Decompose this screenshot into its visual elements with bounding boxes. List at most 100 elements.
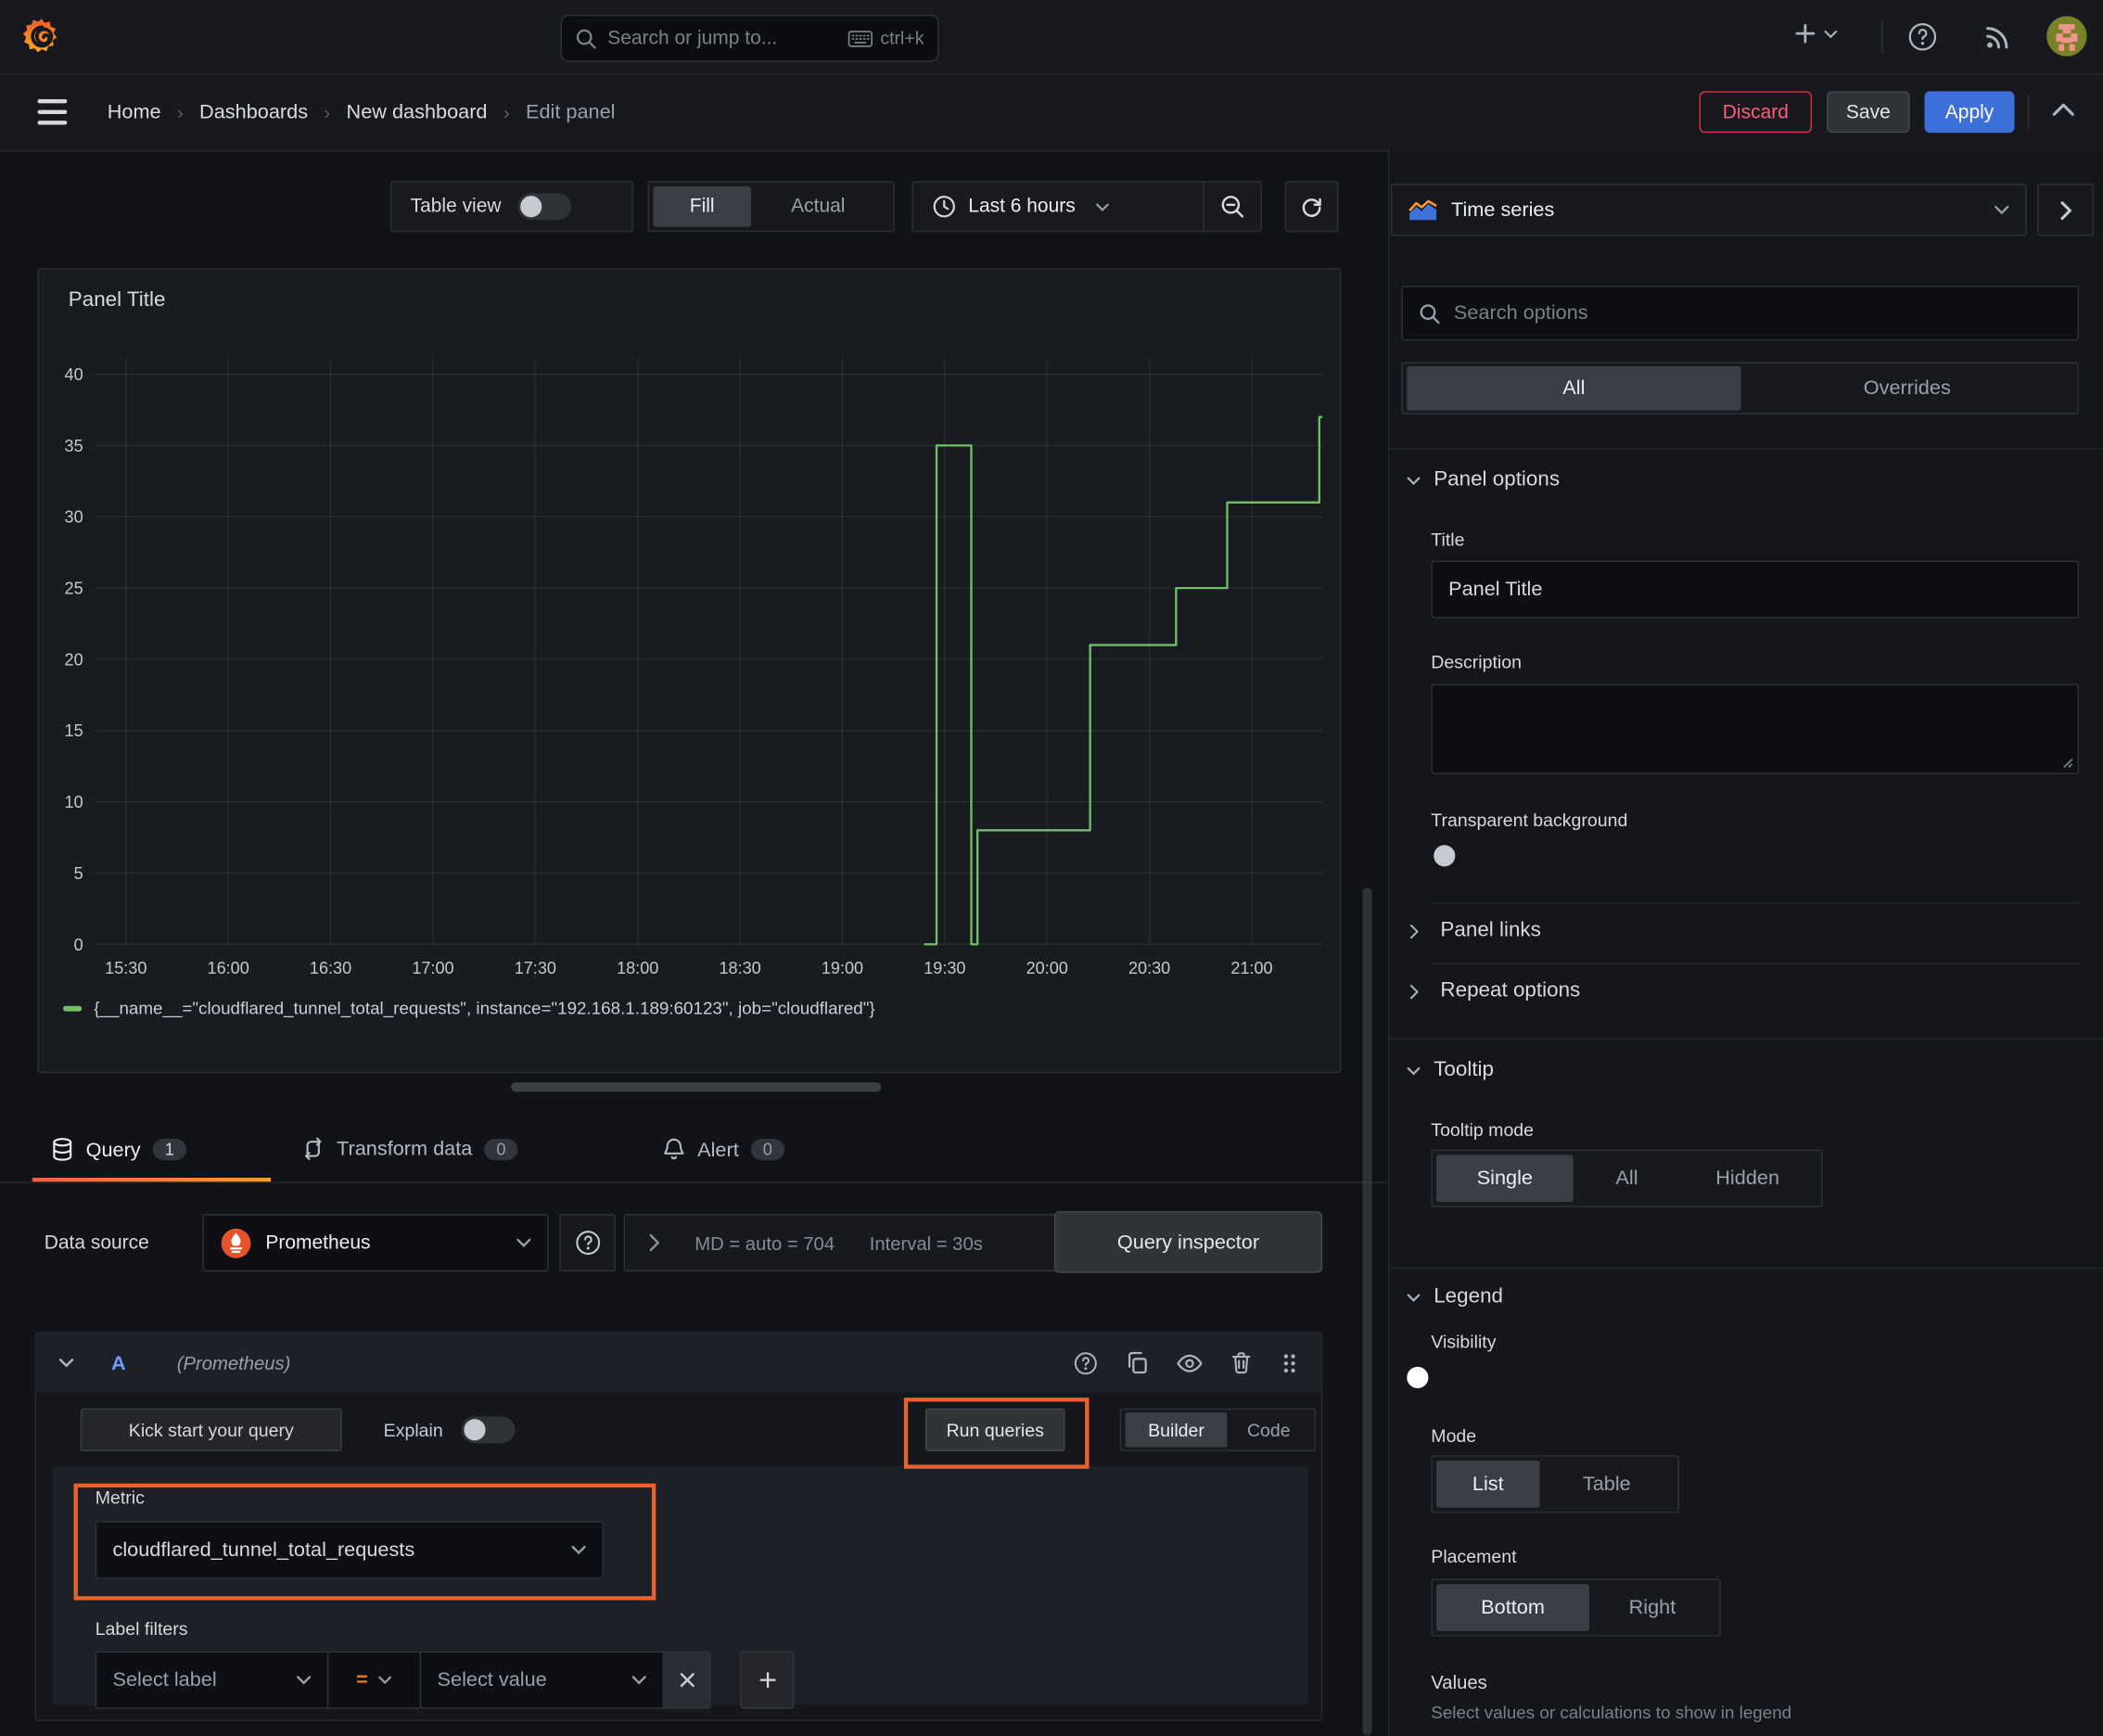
select-value-dropdown[interactable]: Select value [419, 1651, 664, 1709]
operator-dropdown[interactable]: = [326, 1651, 422, 1709]
query-help-icon[interactable] [1073, 1350, 1098, 1375]
resize-handle-icon[interactable] [2060, 755, 2073, 768]
transparent-background-label: Transparent background [1431, 810, 1628, 831]
duplicate-query-icon[interactable] [1126, 1351, 1150, 1375]
options-search-input[interactable]: Search options [1401, 286, 2079, 341]
query-count-badge: 1 [152, 1138, 186, 1161]
breadcrumb-home[interactable]: Home [108, 100, 161, 123]
add-filter-button[interactable] [740, 1651, 795, 1709]
svg-text:21:00: 21:00 [1230, 959, 1272, 977]
legend-mode-table[interactable]: Table [1539, 1461, 1674, 1508]
datasource-label-wrap: Data source [45, 1214, 149, 1271]
actual-option[interactable]: Actual [751, 186, 886, 226]
caret-down-icon [1824, 29, 1838, 38]
select-label-dropdown[interactable]: Select label [95, 1651, 329, 1709]
section-panel-options[interactable]: Panel options [1407, 468, 1560, 492]
tooltip-mode-all[interactable]: All [1574, 1155, 1681, 1202]
datasource-label: Data source [44, 1232, 149, 1254]
global-search-input[interactable]: Search or jump to... ctrl+k [560, 14, 939, 62]
table-view-toggle[interactable] [516, 193, 571, 221]
clock-icon [932, 195, 956, 219]
tab-overrides[interactable]: Overrides [1740, 366, 2073, 411]
legend-mode-list[interactable]: List [1436, 1461, 1540, 1508]
builder-option[interactable]: Builder [1125, 1412, 1228, 1448]
query-row-header[interactable]: A (Prometheus) [36, 1333, 1321, 1393]
timeseries-viz-icon [1408, 198, 1438, 221]
avatar[interactable] [2046, 16, 2087, 57]
pane-resize-handle[interactable] [511, 1082, 882, 1092]
section-panel-links[interactable]: Panel links [1409, 919, 1541, 943]
disable-query-eye-icon[interactable] [1176, 1351, 1203, 1374]
query-ref-id: A [111, 1351, 126, 1374]
time-range-label: Last 6 hours [968, 196, 1076, 218]
vertical-scrollbar[interactable] [1362, 887, 1372, 1736]
hamburger-menu-icon[interactable] [37, 98, 70, 126]
svg-text:17:00: 17:00 [412, 959, 453, 977]
panel-title-input[interactable] [1431, 560, 2079, 619]
news-rss-button[interactable] [1983, 23, 2011, 51]
chart-legend[interactable]: {__name__="cloudflared_tunnel_total_requ… [62, 998, 875, 1018]
viz-suggestions-button[interactable] [2037, 184, 2094, 236]
zoom-out-button[interactable] [1204, 183, 1261, 231]
refresh-button[interactable] [1284, 181, 1339, 233]
svg-text:10: 10 [65, 793, 83, 811]
select-label-placeholder: Select label [112, 1668, 217, 1691]
breadcrumb-dashboards[interactable]: Dashboards [199, 100, 308, 123]
svg-text:20:30: 20:30 [1128, 959, 1170, 977]
svg-text:16:00: 16:00 [208, 959, 249, 977]
legend-mode-segmented: List Table [1431, 1455, 1679, 1513]
help-button[interactable] [1907, 21, 1938, 52]
tab-query[interactable]: Query 1 [51, 1138, 186, 1162]
query-inspector-button[interactable]: Query inspector [1053, 1211, 1323, 1273]
explain-toggle[interactable] [461, 1416, 516, 1444]
table-view-label: Table view [410, 196, 502, 218]
caret-down-icon [571, 1545, 586, 1555]
legend-placement-right[interactable]: Right [1589, 1584, 1715, 1631]
grafana-logo-icon[interactable] [21, 16, 61, 56]
description-textarea[interactable] [1431, 683, 2079, 774]
kick-start-query-button[interactable]: Kick start your query [80, 1408, 342, 1452]
remove-filter-button[interactable] [662, 1651, 711, 1709]
caret-down-icon [1995, 205, 2009, 215]
chevron-right-icon [1409, 924, 1419, 938]
section-tooltip[interactable]: Tooltip [1407, 1058, 1494, 1082]
fill-option[interactable]: Fill [653, 186, 751, 227]
tooltip-mode-single[interactable]: Single [1436, 1155, 1574, 1202]
run-queries-button[interactable]: Run queries [925, 1408, 1065, 1452]
metric-select[interactable]: cloudflared_tunnel_total_requests [95, 1521, 604, 1579]
series-color-swatch [62, 1005, 83, 1012]
interval-stat: Interval = 30s [869, 1232, 983, 1254]
section-repeat-options[interactable]: Repeat options [1409, 979, 1580, 1003]
zoom-out-icon [1220, 194, 1245, 219]
section-panel-options-label: Panel options [1434, 467, 1561, 491]
apply-button[interactable]: Apply [1924, 91, 2015, 134]
tab-all[interactable]: All [1407, 365, 1741, 411]
legend-placement-bottom[interactable]: Bottom [1436, 1584, 1589, 1631]
tab-transform-data[interactable]: Transform data 0 [301, 1138, 518, 1160]
tab-alert[interactable]: Alert 0 [663, 1138, 784, 1162]
visualization-picker[interactable]: Time series [1390, 184, 2027, 236]
section-legend[interactable]: Legend [1407, 1285, 1503, 1309]
explain-control: Explain [384, 1409, 516, 1451]
time-series-chart[interactable]: 0 5 10 15 20 25 30 35 40 15:30 16:00 16:30 17:00 17:3… [39, 270, 1340, 1072]
breadcrumb-new-dashboard[interactable]: New dashboard [347, 100, 488, 123]
bell-icon [663, 1138, 686, 1162]
datasource-picker[interactable]: Prometheus [202, 1213, 549, 1272]
label-filters-label: Label filters [95, 1618, 188, 1640]
svg-text:19:30: 19:30 [924, 959, 965, 977]
tooltip-mode-hidden[interactable]: Hidden [1680, 1155, 1815, 1202]
caret-down-icon [1407, 1066, 1421, 1075]
caret-down-icon[interactable] [58, 1358, 74, 1369]
metric-value: cloudflared_tunnel_total_requests [112, 1538, 415, 1562]
save-button[interactable]: Save [1826, 91, 1910, 134]
delete-query-trash-icon[interactable] [1230, 1351, 1253, 1375]
add-menu-button[interactable] [1793, 21, 1838, 45]
query-builder-panel: Metric cloudflared_tunnel_total_requests… [52, 1465, 1308, 1709]
drag-handle-grip-icon[interactable] [1280, 1351, 1300, 1374]
time-range-picker[interactable]: Last 6 hours [913, 183, 1203, 231]
section-tooltip-label: Tooltip [1434, 1058, 1495, 1081]
discard-button[interactable]: Discard [1699, 91, 1813, 134]
code-option[interactable]: Code [1227, 1412, 1310, 1448]
collapse-header-button[interactable] [2052, 102, 2075, 117]
datasource-help-button[interactable] [559, 1213, 616, 1272]
